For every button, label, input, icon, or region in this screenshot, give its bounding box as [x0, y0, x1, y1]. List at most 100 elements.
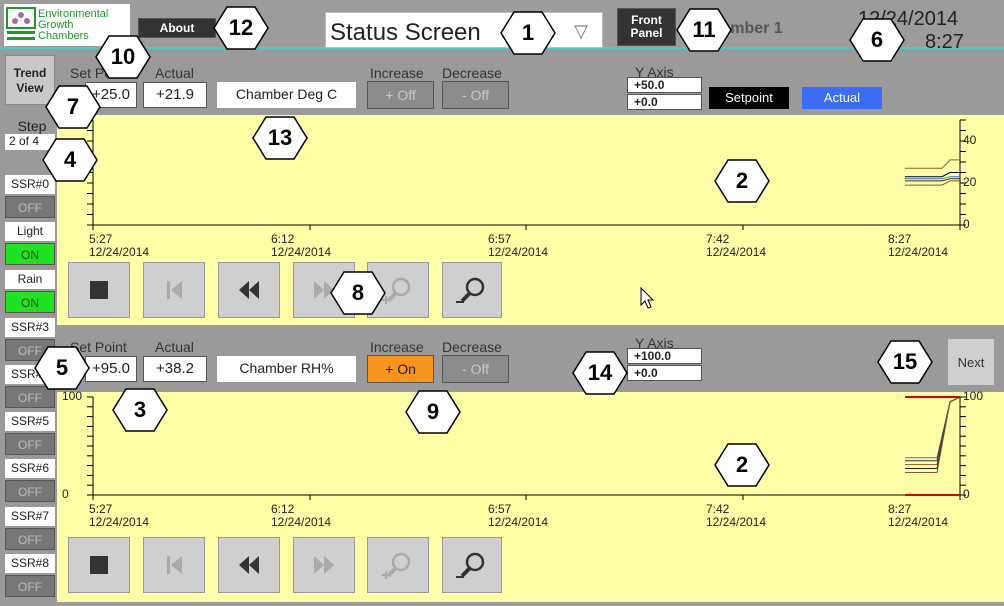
annotation-number: 14: [587, 360, 613, 385]
annotation-number: 7: [66, 94, 80, 119]
stop-button[interactable]: [68, 262, 130, 318]
annotation-callout: 13: [252, 116, 308, 160]
annotation-number: 2: [735, 452, 749, 477]
annotation-callout: 7: [45, 85, 101, 129]
output-toggle-button[interactable]: OFF: [5, 528, 55, 550]
skip-back-button[interactable]: [143, 262, 205, 318]
y-axis-max-input[interactable]: +100.0: [627, 348, 702, 364]
annotation-number: 12: [228, 15, 254, 40]
x-tick-date: 12/24/2014: [271, 245, 332, 259]
screen-select-value: Status Screen: [330, 19, 481, 46]
output-toggle-button[interactable]: OFF: [5, 196, 55, 218]
output-label: SSR#8: [5, 554, 55, 573]
fast-forward-button[interactable]: [293, 537, 355, 593]
actual-value: +21.9: [143, 82, 207, 108]
annotation-callout: 15: [877, 340, 933, 384]
trend-series: [905, 180, 960, 186]
y-axis-min-input[interactable]: +0.0: [627, 94, 702, 110]
annotation-callout: 9: [405, 390, 461, 434]
annotation-number: 6: [870, 27, 884, 52]
front-panel-label: Panel: [630, 26, 663, 40]
logo-text: Environmental: [38, 7, 109, 20]
decrease-label: Decrease: [442, 65, 502, 81]
annotation-number: 2: [735, 168, 749, 193]
chevron-down-icon: ▽: [574, 21, 588, 41]
chart-plot: [57, 392, 1004, 532]
screen-select[interactable]: Status Screen ▽: [325, 12, 603, 48]
x-tick-date: 12/24/2014: [888, 515, 949, 529]
channel-name: Chamber Deg C: [217, 82, 356, 108]
trend-series: [905, 396, 961, 466]
skip-back-icon: [167, 281, 182, 299]
rewind-icon: [239, 556, 259, 574]
mouse-cursor-icon: [640, 287, 655, 309]
output-toggle-button[interactable]: OFF: [5, 480, 55, 502]
decrease-button[interactable]: - Off: [442, 81, 509, 109]
legend-setpoint: Setpoint: [709, 87, 789, 109]
increase-label: Increase: [370, 339, 424, 355]
stop-button[interactable]: [68, 537, 130, 593]
annotation-callout: 8: [330, 271, 386, 315]
annotation-number: 15: [892, 349, 918, 374]
zoom-out-button[interactable]: [442, 537, 502, 593]
actual-label: Actual: [155, 65, 194, 81]
output-label: SSR#6: [5, 459, 55, 478]
increase-label: Increase: [370, 65, 424, 81]
x-tick-date: 12/24/2014: [706, 515, 767, 529]
output-toggle-button[interactable]: ON: [5, 243, 55, 265]
output-toggle-button[interactable]: OFF: [5, 575, 55, 597]
zoom-out-icon: [456, 277, 485, 303]
annotation-callout: 12: [213, 6, 269, 50]
increase-button[interactable]: + Off: [367, 81, 434, 109]
decrease-button[interactable]: - Off: [442, 355, 509, 383]
x-tick-date: 12/24/2014: [89, 515, 150, 529]
annotation-callout: 1: [500, 11, 556, 55]
annotation-number: 11: [692, 17, 716, 42]
annotation-callout: 14: [572, 351, 628, 395]
annotation-callout: 2: [714, 159, 770, 203]
output-label: SSR#7: [5, 507, 55, 526]
legend-actual: Actual: [802, 87, 882, 109]
zoom-out-button[interactable]: [442, 262, 502, 318]
annotation-number: 5: [55, 355, 69, 380]
fast-forward-icon: [314, 556, 334, 574]
rewind-button[interactable]: [218, 537, 280, 593]
chart-plot: [57, 115, 1004, 255]
x-tick-date: 12/24/2014: [89, 245, 150, 259]
rewind-icon: [239, 281, 259, 299]
annotation-number: 9: [426, 399, 440, 424]
zoom-in-button[interactable]: [367, 537, 429, 593]
y-axis-min-input[interactable]: +0.0: [627, 365, 702, 381]
annotation-callout: 4: [42, 138, 98, 182]
increase-button[interactable]: + On: [367, 355, 434, 383]
trend-series: [905, 159, 960, 169]
stop-icon: [90, 281, 108, 299]
y-tick-label: 0: [963, 217, 970, 231]
output-toggle-button[interactable]: OFF: [5, 433, 55, 455]
skip-back-icon: [167, 556, 182, 574]
actual-label: Actual: [155, 339, 194, 355]
output-label: Light: [5, 222, 55, 241]
annotation-number: 3: [133, 397, 147, 422]
y-tick-label: 0: [963, 487, 970, 501]
x-tick-date: 12/24/2014: [706, 245, 767, 259]
annotation-number: 10: [110, 44, 136, 69]
zoom-out-icon: [456, 552, 485, 578]
rewind-button[interactable]: [218, 262, 280, 318]
next-button[interactable]: Next: [947, 338, 995, 386]
annotation-callout: 5: [34, 346, 90, 390]
setpoint-input[interactable]: +95.0: [85, 356, 137, 382]
annotation-number: 1: [521, 20, 535, 45]
y-tick-label: 20: [963, 175, 977, 189]
output-label: Rain: [5, 270, 55, 289]
decrease-label: Decrease: [442, 339, 502, 355]
front-panel-button[interactable]: Front Panel: [617, 8, 676, 46]
logo-icon: [6, 7, 36, 40]
trend-series: [905, 396, 961, 459]
annotation-number: 13: [267, 125, 293, 150]
y-axis-max-input[interactable]: +50.0: [627, 77, 702, 93]
y-tick-label: 40: [963, 133, 977, 147]
skip-back-button[interactable]: [143, 537, 205, 593]
output-toggle-button[interactable]: ON: [5, 291, 55, 313]
x-tick-date: 12/24/2014: [271, 515, 332, 529]
